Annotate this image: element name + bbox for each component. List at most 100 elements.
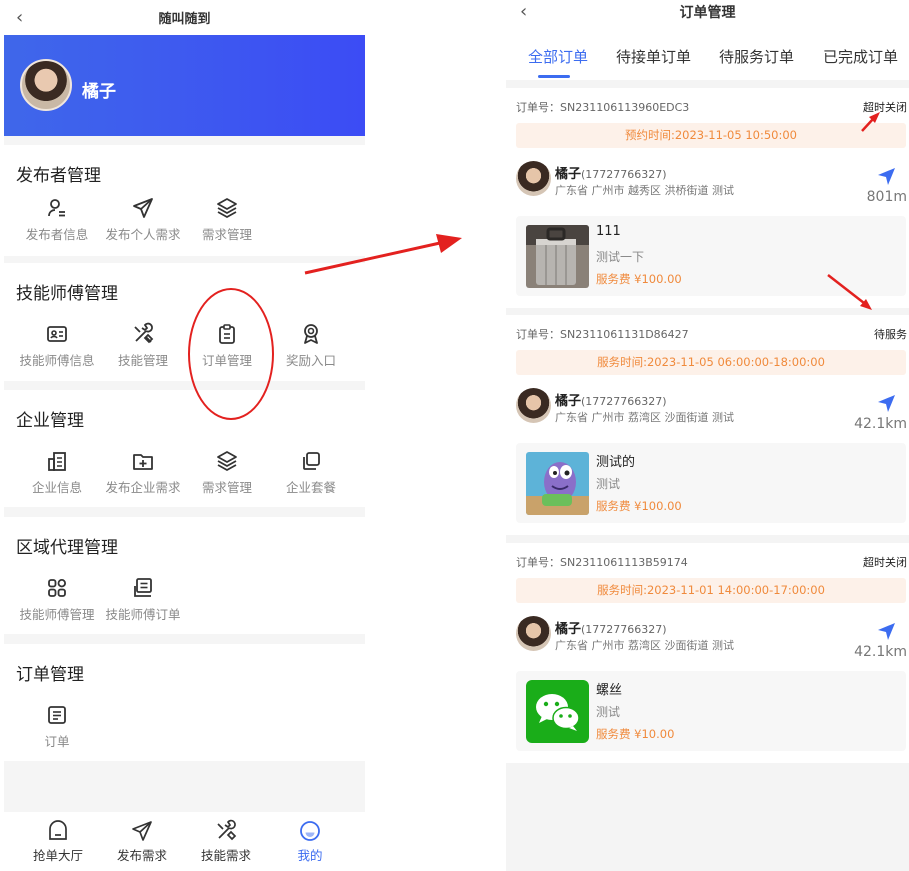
grid-item-label: 需求管理: [201, 480, 252, 495]
wechat-logo: [526, 680, 589, 743]
avatar: [516, 388, 551, 423]
customer-name: 橘子(17727766327): [555, 163, 667, 182]
navigation-icon[interactable]: [876, 166, 896, 186]
grid-item-label: 企业信息: [31, 480, 82, 495]
tab-skill-demand[interactable]: 技能需求: [184, 819, 268, 864]
service-fee: 服务费 ¥100.00: [596, 272, 682, 286]
status-badge: 超时关闭: [863, 101, 907, 114]
section-title: 订单管理: [16, 665, 84, 685]
tab-completed[interactable]: 已完成订单: [823, 46, 898, 67]
tab-label: 抢单大厅: [32, 848, 83, 863]
annotation-circle: [188, 288, 274, 420]
grid-item-reward-entry[interactable]: 奖励入口: [268, 323, 354, 369]
profile-banner[interactable]: 橘子: [4, 35, 365, 136]
grid-item-label: 技能管理: [117, 353, 168, 368]
product-name: 螺丝: [596, 683, 623, 698]
left-phone-screen: ‹ 随叫随到 橘子 发布者管理 发布者信息 发布个人需求 需求管理 技能师傅管理…: [4, 0, 365, 871]
folder-add-icon: [133, 454, 153, 470]
luggage-photo: [526, 225, 589, 288]
grid-item-label: 需求管理: [201, 227, 252, 242]
tab-pending-accept[interactable]: 待接单订单: [616, 46, 691, 67]
order-card[interactable]: 订单号：SN2311061113B59174 超时关闭 服务时间:2023-11…: [506, 543, 909, 763]
order-card[interactable]: 订单号：SN2311061131D86427 待服务 服务时间:2023-11-…: [506, 315, 909, 535]
distance: 42.1km: [854, 416, 907, 432]
left-navbar: ‹ 随叫随到: [4, 0, 365, 35]
send-icon: [132, 821, 152, 841]
bottom-tabbar: 抢单大厅 发布需求 技能需求 我的: [4, 812, 365, 871]
grid-item-enterprise-package[interactable]: 企业套餐: [268, 450, 354, 496]
grid-item-label: 发布者信息: [25, 227, 89, 242]
appointment-time: 预约时间:2023-11-05 10:50:00: [516, 123, 906, 148]
section-regional-agent: 区域代理管理 技能师傅管理 技能师傅订单: [4, 517, 365, 634]
navigation-icon[interactable]: [876, 621, 896, 641]
tab-pending-service[interactable]: 待服务订单: [719, 46, 794, 67]
tab-publish-demand[interactable]: 发布需求: [100, 820, 184, 864]
section-skilled-worker: 技能师傅管理 技能师傅信息 技能管理 订单管理 奖励入口: [4, 263, 365, 381]
tab-label: 技能需求: [200, 848, 251, 863]
customer-address: 广东省 广州市 越秀区 洪桥街道 测试: [555, 184, 734, 197]
grid-item-worker-mgmt[interactable]: 技能师傅管理: [14, 577, 100, 623]
customer-phone: (17727766327): [581, 168, 667, 181]
grid-item-worker-orders[interactable]: 技能师傅订单: [100, 577, 186, 623]
customer-name: 橘子(17727766327): [555, 618, 667, 637]
customer-phone: (17727766327): [581, 395, 667, 408]
home-icon: [49, 820, 67, 840]
product-block[interactable]: 测试的 测试 服务费 ¥100.00: [516, 443, 906, 523]
product-block[interactable]: 111 测试一下 服务费 ¥100.00: [516, 216, 906, 296]
avatar: [516, 161, 551, 196]
order-card[interactable]: 订单号：SN231106113960EDC3 超时关闭 预约时间:2023-11…: [506, 88, 909, 308]
right-navbar: ‹ 订单管理: [506, 0, 909, 30]
tab-all-orders[interactable]: 全部订单: [528, 46, 588, 67]
section-title: 区域代理管理: [16, 538, 118, 558]
grid-item-publish-enterprise[interactable]: 发布企业需求: [100, 450, 186, 496]
smile-icon: [300, 821, 320, 841]
grid-item-publish-personal[interactable]: 发布个人需求: [100, 197, 186, 243]
grid-item-label: 发布企业需求: [105, 480, 181, 495]
grid-item-label: 订单: [44, 734, 70, 749]
grid-item-label: 奖励入口: [285, 353, 336, 368]
product-desc: 测试: [596, 477, 621, 491]
grid-item-demand-mgmt[interactable]: 需求管理: [184, 197, 270, 243]
document-icon: [48, 706, 66, 724]
tools-icon: [217, 819, 237, 841]
avatar: [516, 616, 551, 651]
section-title: 技能师傅管理: [16, 284, 118, 304]
grid-item-demand-mgmt-enterprise[interactable]: 需求管理: [184, 450, 270, 496]
tab-label: 发布需求: [116, 848, 167, 863]
service-fee: 服务费 ¥10.00: [596, 727, 675, 741]
product-desc: 测试一下: [596, 250, 645, 264]
customer-name-text: 橘子: [555, 622, 582, 637]
grid-item-worker-info[interactable]: 技能师傅信息: [14, 323, 100, 369]
id-card-icon: [47, 326, 67, 342]
grid-item-label: 发布个人需求: [105, 227, 181, 242]
copy-icon: [303, 452, 320, 470]
section-title: 企业管理: [16, 411, 84, 431]
user-info-icon: [48, 199, 65, 217]
customer-name-text: 橘子: [555, 167, 582, 182]
section-publisher: 发布者管理 发布者信息 发布个人需求 需求管理: [4, 145, 365, 256]
grid-item-label: 技能师傅信息: [19, 353, 95, 368]
grid-item-publisher-info[interactable]: 发布者信息: [14, 197, 100, 243]
tab-mine[interactable]: 我的: [268, 820, 352, 864]
order-number: 订单号：SN231106113960EDC3: [516, 101, 690, 114]
grid-item-label: 技能师傅管理: [19, 607, 95, 622]
customer-phone: (17727766327): [581, 623, 667, 636]
grid-item-label: 企业套餐: [285, 480, 336, 495]
tab-grab-orders[interactable]: 抢单大厅: [16, 820, 100, 864]
customer-name: 橘子(17727766327): [555, 390, 667, 409]
page-title: 订单管理: [679, 5, 736, 21]
distance: 42.1km: [854, 644, 907, 660]
page-title: 随叫随到: [158, 12, 211, 27]
grid-item-enterprise-info[interactable]: 企业信息: [14, 450, 100, 496]
product-block[interactable]: 螺丝 测试 服务费 ¥10.00: [516, 671, 906, 751]
grid-item-skill-mgmt[interactable]: 技能管理: [100, 322, 186, 369]
right-phone-screen: ‹ 订单管理 全部订单 待接单订单 待服务订单 已完成订单 订单号：SN2311…: [506, 0, 909, 871]
section-enterprise: 企业管理 企业信息 发布企业需求 需求管理 企业套餐: [4, 390, 365, 507]
product-name: 测试的: [596, 455, 636, 470]
building-icon: [48, 452, 66, 471]
grid-item-label: 技能师傅订单: [105, 607, 181, 622]
status-badge: 待服务: [874, 328, 907, 341]
navigation-icon[interactable]: [876, 393, 896, 413]
service-fee: 服务费 ¥100.00: [596, 499, 682, 513]
grid-item-orders[interactable]: 订单: [14, 704, 100, 750]
